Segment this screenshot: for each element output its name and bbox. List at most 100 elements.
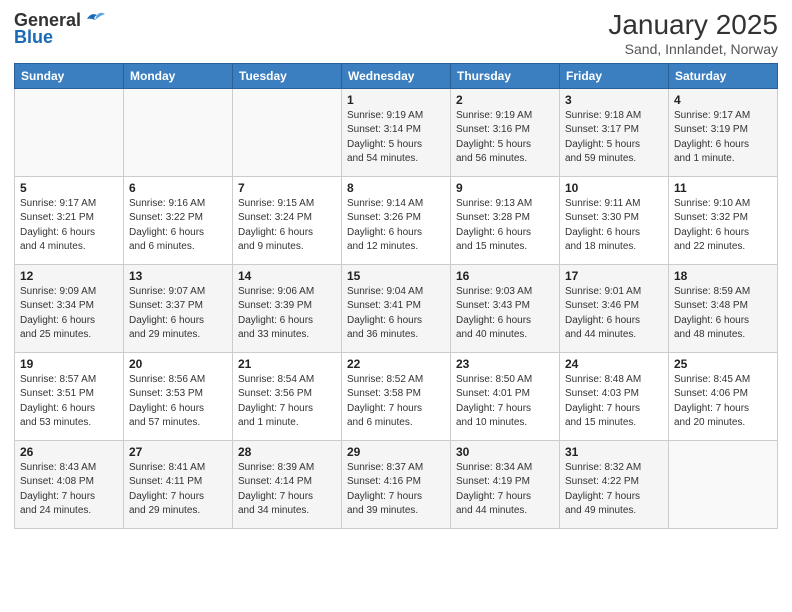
day-info: Sunrise: 9:11 AMSunset: 3:30 PMDaylight:… [565, 197, 663, 255]
table-row: 23Sunrise: 8:50 AMSunset: 4:01 PMDayligh… [451, 352, 560, 440]
day-number: 5 [20, 181, 118, 195]
table-row: 5 Sunrise: 9:17 AMSunset: 3:21 PMDaylight… [15, 176, 124, 264]
table-row: 31Sunrise: 8:32 AMSunset: 4:22 PMDayligh… [560, 440, 669, 528]
day-info: Sunrise: 9:19 AMSunset: 3:16 PMDaylight:… [456, 109, 554, 167]
table-row: 1 Sunrise: 9:19 AMSunset: 3:14 PMDaylight… [342, 88, 451, 176]
day-number: 12 [20, 269, 118, 283]
calendar-week-3: 12 Sunrise: 9:09 AMSunset: 3:34 PMDayligh… [15, 264, 778, 352]
table-row: 16 Sunrise: 9:03 AMSunset: 3:43 PMDayligh… [451, 264, 560, 352]
table-row: 6 Sunrise: 9:16 AMSunset: 3:22 PMDaylight… [124, 176, 233, 264]
table-row: 25 Sunrise: 8:45 AMSunset: 4:06 PMDayligh… [669, 352, 778, 440]
day-number: 23 [456, 357, 554, 371]
day-info: Sunrise: 8:43 AMSunset: 4:08 PMDaylight:… [20, 461, 118, 519]
logo-blue: Blue [14, 28, 53, 46]
table-row: 28 Sunrise: 8:39 AMSunset: 4:14 PMDayligh… [233, 440, 342, 528]
calendar: Sunday Monday Tuesday Wednesday Thursday… [14, 63, 778, 529]
table-row: 7 Sunrise: 9:15 AMSunset: 3:24 PMDaylight… [233, 176, 342, 264]
table-row: 30 Sunrise: 8:34 AMSunset: 4:19 PMDayligh… [451, 440, 560, 528]
day-number: 8 [347, 181, 445, 195]
col-saturday: Saturday [669, 63, 778, 88]
calendar-week-4: 19 Sunrise: 8:57 AMSunset: 3:51 PMDayligh… [15, 352, 778, 440]
header: General Blue January 2025 Sand, Innlande… [14, 10, 778, 57]
col-friday: Friday [560, 63, 669, 88]
day-info: Sunrise: 9:19 AMSunset: 3:14 PMDaylight:… [347, 109, 445, 167]
day-number: 9 [456, 181, 554, 195]
page-title: January 2025 [608, 10, 778, 41]
day-info: Sunrise: 8:45 AMSunset: 4:06 PMDaylight:… [674, 373, 772, 431]
page: General Blue January 2025 Sand, Innlande… [0, 0, 792, 612]
day-number: 26 [20, 445, 118, 459]
day-info: Sunrise: 9:15 AMSunset: 3:24 PMDaylight:… [238, 197, 336, 255]
logo-bird-icon [83, 10, 105, 28]
day-info: Sunrise: 9:13 AMSunset: 3:28 PMDaylight:… [456, 197, 554, 255]
table-row: 19 Sunrise: 8:57 AMSunset: 3:51 PMDayligh… [15, 352, 124, 440]
day-info: Sunrise: 8:39 AMSunset: 4:14 PMDaylight:… [238, 461, 336, 519]
day-number: 29 [347, 445, 445, 459]
day-number: 1 [347, 93, 445, 107]
table-row: 21 Sunrise: 8:54 AMSunset: 3:56 PMDayligh… [233, 352, 342, 440]
page-subtitle: Sand, Innlandet, Norway [608, 41, 778, 57]
day-number: 2 [456, 93, 554, 107]
day-number: 6 [129, 181, 227, 195]
day-info: Sunrise: 9:07 AMSunset: 3:37 PMDaylight:… [129, 285, 227, 343]
day-info: Sunrise: 9:17 AMSunset: 3:19 PMDaylight:… [674, 109, 772, 167]
table-row: 8Sunrise: 9:14 AMSunset: 3:26 PMDaylight… [342, 176, 451, 264]
table-row: 24Sunrise: 8:48 AMSunset: 4:03 PMDayligh… [560, 352, 669, 440]
table-row: 13 Sunrise: 9:07 AMSunset: 3:37 PMDayligh… [124, 264, 233, 352]
day-info: Sunrise: 8:57 AMSunset: 3:51 PMDaylight:… [20, 373, 118, 431]
table-row: 17 Sunrise: 9:01 AMSunset: 3:46 PMDayligh… [560, 264, 669, 352]
day-number: 15 [347, 269, 445, 283]
day-number: 21 [238, 357, 336, 371]
logo: General Blue [14, 10, 105, 46]
day-number: 7 [238, 181, 336, 195]
calendar-week-1: 1 Sunrise: 9:19 AMSunset: 3:14 PMDaylight… [15, 88, 778, 176]
day-info: Sunrise: 9:10 AMSunset: 3:32 PMDaylight:… [674, 197, 772, 255]
table-row: 12 Sunrise: 9:09 AMSunset: 3:34 PMDayligh… [15, 264, 124, 352]
day-info: Sunrise: 9:17 AMSunset: 3:21 PMDaylight:… [20, 197, 118, 255]
day-info: Sunrise: 8:34 AMSunset: 4:19 PMDaylight:… [456, 461, 554, 519]
day-number: 14 [238, 269, 336, 283]
day-info: Sunrise: 9:01 AMSunset: 3:46 PMDaylight:… [565, 285, 663, 343]
day-number: 13 [129, 269, 227, 283]
day-number: 11 [674, 181, 772, 195]
table-row: 18Sunrise: 8:59 AMSunset: 3:48 PMDayligh… [669, 264, 778, 352]
table-row: 4 Sunrise: 9:17 AMSunset: 3:19 PMDaylight… [669, 88, 778, 176]
day-number: 31 [565, 445, 663, 459]
day-number: 10 [565, 181, 663, 195]
day-info: Sunrise: 9:04 AMSunset: 3:41 PMDaylight:… [347, 285, 445, 343]
day-info: Sunrise: 9:03 AMSunset: 3:43 PMDaylight:… [456, 285, 554, 343]
table-row: 20Sunrise: 8:56 AMSunset: 3:53 PMDayligh… [124, 352, 233, 440]
table-row: 11 Sunrise: 9:10 AMSunset: 3:32 PMDayligh… [669, 176, 778, 264]
day-info: Sunrise: 9:18 AMSunset: 3:17 PMDaylight:… [565, 109, 663, 167]
day-info: Sunrise: 9:06 AMSunset: 3:39 PMDaylight:… [238, 285, 336, 343]
day-number: 17 [565, 269, 663, 283]
day-number: 19 [20, 357, 118, 371]
table-row: 27Sunrise: 8:41 AMSunset: 4:11 PMDayligh… [124, 440, 233, 528]
day-number: 28 [238, 445, 336, 459]
col-monday: Monday [124, 63, 233, 88]
day-info: Sunrise: 9:09 AMSunset: 3:34 PMDaylight:… [20, 285, 118, 343]
table-row: 29Sunrise: 8:37 AMSunset: 4:16 PMDayligh… [342, 440, 451, 528]
calendar-header-row: Sunday Monday Tuesday Wednesday Thursday… [15, 63, 778, 88]
day-number: 27 [129, 445, 227, 459]
table-row: 15 Sunrise: 9:04 AMSunset: 3:41 PMDayligh… [342, 264, 451, 352]
table-row [124, 88, 233, 176]
col-tuesday: Tuesday [233, 63, 342, 88]
day-number: 25 [674, 357, 772, 371]
table-row: 3 Sunrise: 9:18 AMSunset: 3:17 PMDaylight… [560, 88, 669, 176]
table-row: 26 Sunrise: 8:43 AMSunset: 4:08 PMDayligh… [15, 440, 124, 528]
day-number: 3 [565, 93, 663, 107]
calendar-week-5: 26 Sunrise: 8:43 AMSunset: 4:08 PMDayligh… [15, 440, 778, 528]
day-number: 18 [674, 269, 772, 283]
table-row [669, 440, 778, 528]
day-number: 4 [674, 93, 772, 107]
table-row [15, 88, 124, 176]
table-row: 14 Sunrise: 9:06 AMSunset: 3:39 PMDayligh… [233, 264, 342, 352]
day-number: 22 [347, 357, 445, 371]
col-wednesday: Wednesday [342, 63, 451, 88]
day-info: Sunrise: 8:54 AMSunset: 3:56 PMDaylight:… [238, 373, 336, 431]
day-info: Sunrise: 9:16 AMSunset: 3:22 PMDaylight:… [129, 197, 227, 255]
col-thursday: Thursday [451, 63, 560, 88]
day-number: 30 [456, 445, 554, 459]
day-number: 16 [456, 269, 554, 283]
